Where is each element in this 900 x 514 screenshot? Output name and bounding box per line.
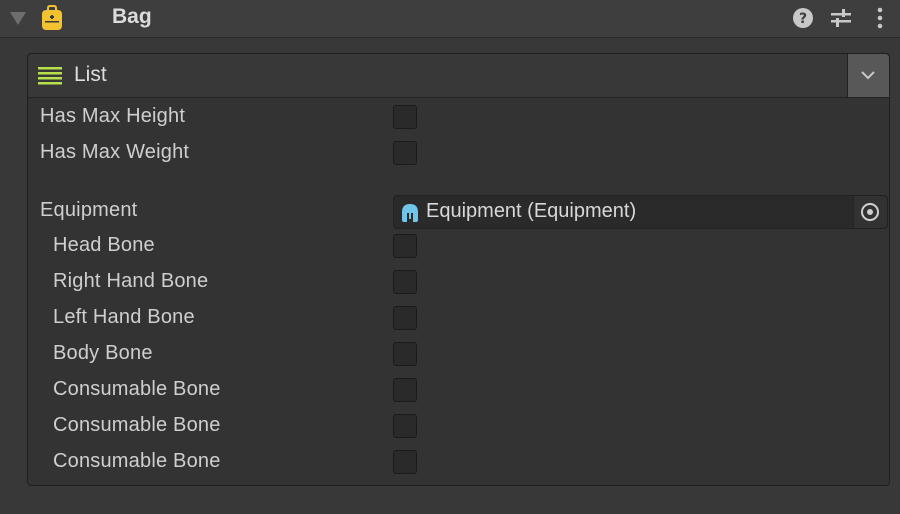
list-icon — [38, 67, 62, 85]
field-consumable-bone: Consumable Bone — [28, 374, 889, 408]
chevron-down-icon — [861, 71, 875, 80]
consumable-bone-checkbox[interactable] — [393, 450, 417, 474]
backpack-icon — [42, 5, 62, 30]
bag-panel: List Has Max Height Has Max Weight Equip… — [27, 53, 890, 486]
dropdown-arrow-button[interactable] — [847, 54, 889, 97]
head-bone-checkbox[interactable] — [393, 234, 417, 258]
field-right-hand-bone: Right Hand Bone — [28, 266, 889, 300]
component-header: Bag ? — [0, 0, 900, 38]
field-has-max-weight: Has Max Weight — [28, 137, 889, 171]
field-label: Left Hand Bone — [53, 306, 195, 328]
object-picker-button[interactable] — [853, 196, 887, 228]
field-label: Consumable Bone — [53, 450, 221, 472]
field-label: Equipment — [40, 199, 138, 221]
target-icon — [861, 203, 879, 221]
field-left-hand-bone: Left Hand Bone — [28, 302, 889, 336]
has-max-height-checkbox[interactable] — [393, 105, 417, 129]
field-consumable-bone: Consumable Bone — [28, 410, 889, 444]
svg-text:?: ? — [799, 11, 807, 27]
consumable-bone-checkbox[interactable] — [393, 414, 417, 438]
foldout-arrow-icon[interactable] — [10, 12, 26, 25]
consumable-bone-checkbox[interactable] — [393, 378, 417, 402]
field-body-bone: Body Bone — [28, 338, 889, 372]
equipment-value: Equipment (Equipment) — [426, 200, 637, 222]
has-max-weight-checkbox[interactable] — [393, 141, 417, 165]
field-label: Consumable Bone — [53, 414, 221, 436]
field-label: Head Bone — [53, 234, 155, 256]
field-consumable-bone: Consumable Bone — [28, 446, 889, 480]
field-label: Has Max Height — [40, 105, 186, 127]
right-hand-bone-checkbox[interactable] — [393, 270, 417, 294]
field-label: Body Bone — [53, 342, 153, 364]
component-title: Bag — [112, 5, 152, 28]
more-icon[interactable] — [868, 6, 892, 30]
field-equipment: Equipment Equipment (Equipment) — [28, 195, 889, 229]
field-label: Has Max Weight — [40, 141, 190, 163]
body-bone-checkbox[interactable] — [393, 342, 417, 366]
helmet-icon — [402, 204, 418, 222]
field-label: Right Hand Bone — [53, 270, 209, 292]
field-label: Consumable Bone — [53, 378, 221, 400]
dropdown-selected-value: List — [74, 63, 107, 86]
bag-type-dropdown[interactable]: List — [28, 54, 889, 98]
equipment-object-field[interactable]: Equipment (Equipment) — [393, 195, 888, 229]
presets-icon[interactable] — [829, 6, 853, 30]
field-has-max-height: Has Max Height — [28, 101, 889, 135]
help-icon[interactable]: ? — [791, 6, 815, 30]
left-hand-bone-checkbox[interactable] — [393, 306, 417, 330]
field-head-bone: Head Bone — [28, 230, 889, 264]
